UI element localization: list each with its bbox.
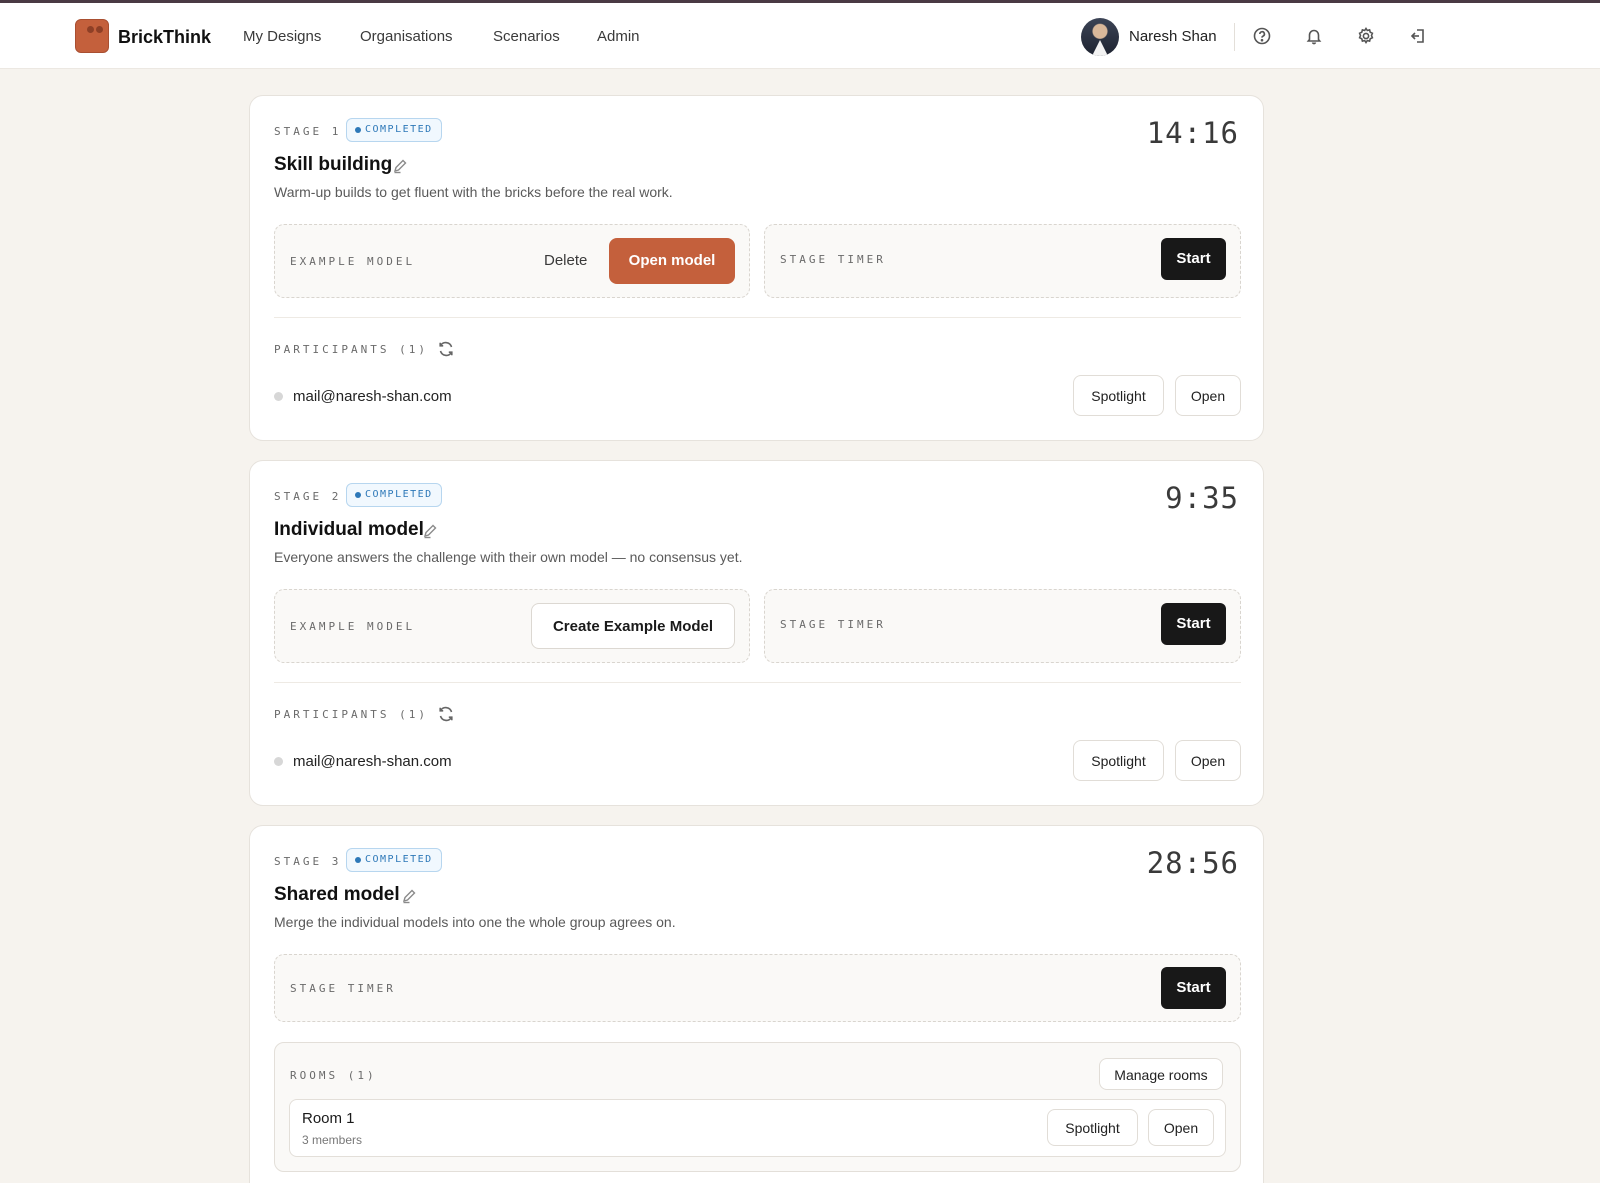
- stage-card-1: STAGE 1 COMPLETED 14:16 Skill building W…: [249, 95, 1264, 441]
- stage-label: STAGE 2: [274, 490, 342, 503]
- participant-email: mail@naresh-shan.com: [293, 388, 452, 405]
- edit-title-icon[interactable]: [392, 158, 408, 174]
- nav-admin[interactable]: Admin: [597, 28, 640, 45]
- avatar[interactable]: [1081, 18, 1119, 56]
- example-model-label: EXAMPLE MODEL: [290, 620, 416, 633]
- example-model-panel: EXAMPLE MODEL Delete Open model: [274, 224, 750, 298]
- start-timer-button[interactable]: Start: [1161, 603, 1226, 645]
- room-spotlight-button[interactable]: Spotlight: [1047, 1109, 1138, 1146]
- stage-timer-label: STAGE TIMER: [780, 618, 886, 631]
- stage-description: Warm-up builds to get fluent with the br…: [274, 184, 673, 200]
- status-badge: COMPLETED: [346, 483, 442, 507]
- nav-scenarios[interactable]: Scenarios: [493, 28, 560, 45]
- spotlight-button[interactable]: Spotlight: [1073, 740, 1164, 781]
- refresh-icon[interactable]: [437, 705, 455, 723]
- brand-name[interactable]: BrickThink: [118, 27, 211, 48]
- open-participant-button[interactable]: Open: [1175, 375, 1241, 416]
- start-timer-button[interactable]: Start: [1161, 967, 1226, 1009]
- brick-logo-icon[interactable]: [75, 19, 109, 53]
- stage-title: Individual model: [274, 519, 424, 540]
- gear-icon[interactable]: [1356, 26, 1376, 46]
- nav-divider: [1234, 23, 1235, 51]
- help-icon[interactable]: [1252, 26, 1272, 46]
- divider: [274, 682, 1241, 683]
- open-participant-button[interactable]: Open: [1175, 740, 1241, 781]
- status-badge: COMPLETED: [346, 848, 442, 872]
- participant-email: mail@naresh-shan.com: [293, 753, 452, 770]
- create-example-model-button[interactable]: Create Example Model: [531, 603, 735, 649]
- start-timer-button[interactable]: Start: [1161, 238, 1226, 280]
- manage-rooms-button[interactable]: Manage rooms: [1099, 1058, 1223, 1090]
- participants-label: PARTICIPANTS (1): [274, 708, 428, 721]
- nav-my-designs[interactable]: My Designs: [243, 28, 321, 45]
- delete-button[interactable]: Delete: [544, 252, 587, 269]
- rooms-panel: ROOMS (1) Manage rooms Room 1 3 members …: [274, 1042, 1241, 1172]
- stage-card-2: STAGE 2 COMPLETED 9:35 Individual model …: [249, 460, 1264, 806]
- room-row: Room 1 3 members Spotlight Open: [289, 1099, 1226, 1157]
- divider: [274, 317, 1241, 318]
- stage-title: Skill building: [274, 154, 393, 175]
- participants-label: PARTICIPANTS (1): [274, 343, 428, 356]
- spotlight-button[interactable]: Spotlight: [1073, 375, 1164, 416]
- nav-organisations[interactable]: Organisations: [360, 28, 453, 45]
- room-name: Room 1: [302, 1110, 355, 1127]
- example-model-label: EXAMPLE MODEL: [290, 255, 416, 268]
- refresh-icon[interactable]: [437, 340, 455, 358]
- open-model-button[interactable]: Open model: [609, 238, 735, 284]
- stage-description: Merge the individual models into one the…: [274, 914, 676, 930]
- room-open-button[interactable]: Open: [1148, 1109, 1214, 1146]
- stage-label: STAGE 3: [274, 855, 342, 868]
- edit-title-icon[interactable]: [401, 888, 417, 904]
- stage-label: STAGE 1: [274, 125, 342, 138]
- top-navbar: BrickThink My Designs Organisations Scen…: [0, 3, 1600, 69]
- rooms-label: ROOMS (1): [290, 1069, 377, 1082]
- stage-timer-panel: STAGE TIMER Start: [764, 589, 1241, 663]
- stage-timer-label: STAGE TIMER: [290, 982, 396, 995]
- logo-stud: [96, 26, 103, 33]
- stage-timer-display: 28:56: [1146, 846, 1239, 880]
- stage-card-3: STAGE 3 COMPLETED 28:56 Shared model Mer…: [249, 825, 1264, 1183]
- example-model-panel: EXAMPLE MODEL Create Example Model: [274, 589, 750, 663]
- user-name[interactable]: Naresh Shan: [1129, 28, 1217, 45]
- stage-description: Everyone answers the challenge with thei…: [274, 549, 743, 565]
- status-badge: COMPLETED: [346, 118, 442, 142]
- edit-title-icon[interactable]: [422, 523, 438, 539]
- stage-timer-panel: STAGE TIMER Start: [764, 224, 1241, 298]
- logout-icon[interactable]: [1408, 26, 1428, 46]
- stage-timer-label: STAGE TIMER: [780, 253, 886, 266]
- stage-title: Shared model: [274, 884, 400, 905]
- presence-dot: [274, 757, 283, 766]
- presence-dot: [274, 392, 283, 401]
- stage-timer-panel: STAGE TIMER Start: [274, 954, 1241, 1022]
- bell-icon[interactable]: [1304, 26, 1324, 46]
- stage-timer-display: 9:35: [1165, 481, 1239, 515]
- logo-stud: [87, 26, 94, 33]
- stage-timer-display: 14:16: [1146, 116, 1239, 150]
- room-members: 3 members: [302, 1133, 363, 1147]
